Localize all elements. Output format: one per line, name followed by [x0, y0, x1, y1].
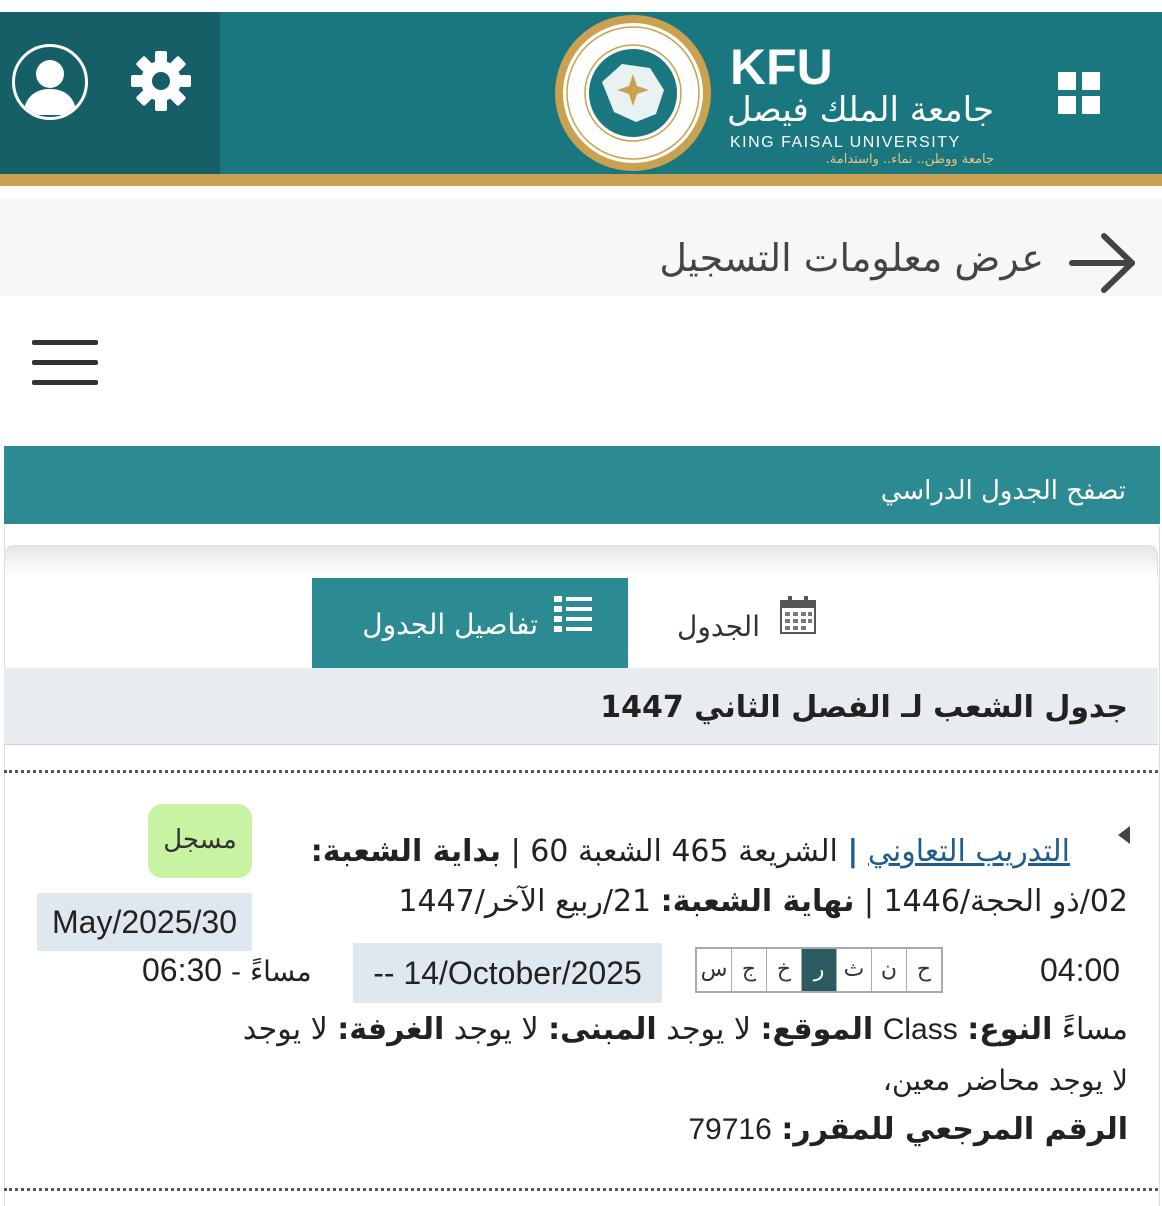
course-line-6: الرقم المرجعي للمقرر: 79716 — [688, 1112, 1128, 1147]
tab-schedule[interactable]: الجدول — [640, 578, 840, 668]
term-title: جدول الشعب لـ الفصل الثاني 1447 — [600, 690, 1128, 725]
brand-name-english: KING FAISAL UNIVERSITY — [730, 134, 961, 151]
hamburger-menu-icon[interactable] — [32, 338, 100, 388]
calendar-icon — [780, 596, 816, 634]
course-section: الشعبة 60 — [530, 834, 662, 869]
tab-schedule-details-label: تفاصيل الجدول — [362, 608, 538, 641]
room-value: لا يوجد — [242, 1012, 328, 1047]
course-line-1: التدريب التعاوني | الشريعة 465 الشعبة 60… — [311, 834, 1070, 869]
location-label: الموقع: — [760, 1012, 874, 1047]
course-line-4: مساءً النوع: Class الموقع: لا يوجد المبن… — [243, 1012, 1128, 1047]
location-value: لا يوجد — [666, 1012, 751, 1047]
panel-top-edge — [4, 545, 1158, 577]
collapse-caret-icon[interactable] — [1118, 826, 1130, 844]
gear-icon[interactable] — [128, 48, 194, 114]
start-label: بداية الشعبة: — [310, 834, 502, 869]
list-icon — [554, 596, 592, 632]
divider-bottom — [4, 1188, 1158, 1191]
crn-label: الرقم المرجعي للمقرر: — [781, 1112, 1128, 1147]
time-end: 06:30 — [142, 952, 223, 988]
start-date-hijri: 02/ذو الحجة/1446 — [883, 884, 1128, 919]
day-saturday: س — [697, 949, 731, 991]
day-tuesday: ث — [836, 949, 871, 991]
type-value: Class — [882, 1013, 958, 1046]
arrow-right-icon[interactable] — [1068, 230, 1138, 296]
user-avatar-icon[interactable] — [12, 44, 88, 120]
course-subject: الشريعة 465 — [671, 834, 838, 869]
end-date-gregorian: -- 14/October/2025 — [353, 943, 662, 1003]
time-end-line: 06:30 مساءً - — [142, 952, 312, 989]
course-line-2: 02/ذو الحجة/1446 | نهاية الشعبة: 21/ربيع… — [398, 884, 1128, 919]
pm-label: مساءً — [1061, 1012, 1128, 1047]
time-end-prefix: مساءً - — [230, 955, 312, 988]
header-gold-divider — [0, 174, 1162, 186]
divider-top — [4, 770, 1158, 773]
day-wednesday: ر — [801, 949, 836, 991]
end-date-gregorian-text: -- 14/October/2025 — [373, 955, 642, 991]
end-label: نهاية الشعبة: — [660, 884, 855, 919]
page-title: عرض معلومات التسجيل — [659, 236, 1044, 280]
end-date-hijri: 21/ربيع الآخر/1447 — [398, 884, 652, 919]
room-label: الغرفة: — [337, 1012, 445, 1047]
meeting-days: ح ن ث ر خ ج س — [695, 947, 943, 993]
day-friday: ج — [731, 949, 766, 991]
apps-grid-icon[interactable] — [1058, 72, 1102, 116]
brand-name-arabic: جامعة الملك فيصل — [727, 90, 994, 130]
tab-schedule-label: الجدول — [677, 610, 760, 643]
day-monday: ن — [871, 949, 906, 991]
type-label: النوع: — [967, 1012, 1053, 1047]
university-seal — [552, 12, 714, 174]
browse-schedule-title: تصفح الجدول الدراسي — [880, 476, 1126, 506]
day-thursday: خ — [766, 949, 801, 991]
instructor-line: لا يوجد محاضر معين، — [882, 1064, 1128, 1097]
university-brand: KFU جامعة الملك فيصل KING FAISAL UNIVERS… — [727, 39, 1000, 170]
crn-value: 79716 — [688, 1113, 772, 1146]
course-name-link[interactable]: التدريب التعاوني — [868, 834, 1070, 869]
brand-tagline: جامعة ووطن.. نماء.. واستدامة. — [825, 152, 994, 167]
tab-schedule-details[interactable]: تفاصيل الجدول — [312, 578, 628, 668]
day-sunday: ح — [906, 949, 941, 991]
start-date-gregorian: May/2025/30 — [37, 893, 252, 951]
separator: | — [863, 884, 875, 919]
time-start: 04:00 — [1040, 952, 1121, 988]
building-label: المبنى: — [548, 1012, 657, 1047]
separator: | — [847, 834, 859, 869]
separator: | — [510, 834, 521, 869]
building-value: لا يوجد — [453, 1012, 539, 1047]
brand-abbreviation: KFU — [730, 39, 833, 95]
status-badge: مسجل — [148, 804, 252, 878]
